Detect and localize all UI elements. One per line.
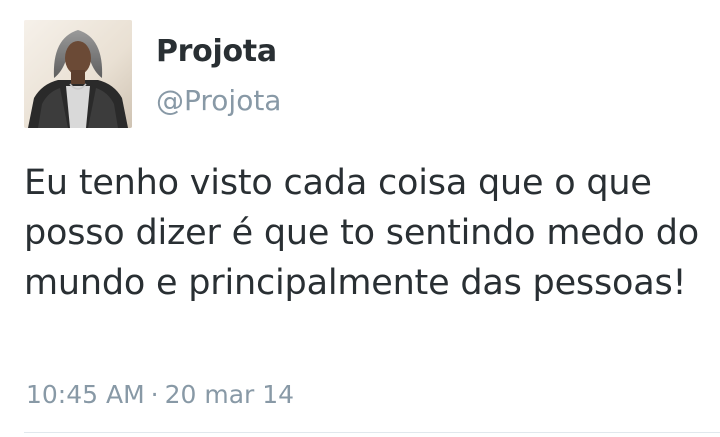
meta-separator: · <box>150 380 159 409</box>
tweet-card: Projota @Projota Eu tenho visto cada coi… <box>0 0 720 437</box>
avatar[interactable] <box>24 20 132 128</box>
username[interactable]: @Projota <box>156 84 281 117</box>
display-name[interactable]: Projota <box>156 34 277 69</box>
divider <box>24 432 720 433</box>
avatar-image <box>24 20 132 128</box>
tweet-time: 10:45 AM <box>26 380 145 409</box>
tweet-date: 20 mar 14 <box>164 380 295 409</box>
tweet-timestamp[interactable]: 10:45 AM · 20 mar 14 <box>26 380 294 409</box>
tweet-text: Eu tenho visto cada coisa que o que poss… <box>24 163 699 303</box>
